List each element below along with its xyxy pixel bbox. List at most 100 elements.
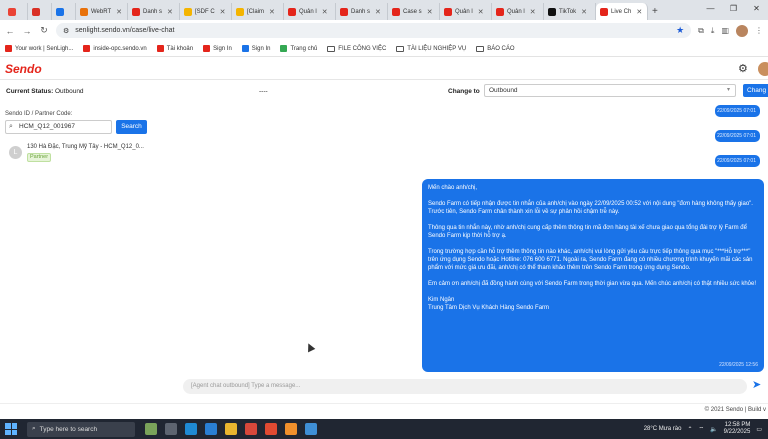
sendo-id-input[interactable]: ⌕ HCM_Q12_001967 (5, 120, 112, 134)
browser-tab[interactable] (52, 3, 76, 20)
bookmark-item[interactable]: BÁO CÁO (476, 45, 515, 52)
window-controls: — ❐ ✕ (699, 0, 768, 20)
bookmark-label: FILE CÔNG VIỆC (338, 45, 387, 52)
search-icon: ⌕ (9, 123, 13, 130)
task-view-icon[interactable] (165, 423, 177, 435)
bookmark-item[interactable]: Sign In (203, 45, 232, 52)
message-input[interactable]: [Agent chat outbound] Type a message... (183, 379, 747, 394)
tray-arrow-icon[interactable]: ⌃ (687, 426, 692, 433)
menu-icon[interactable]: ⋮ (755, 26, 763, 35)
change-button[interactable]: Chang (743, 84, 768, 97)
windows-start-icon[interactable] (5, 423, 17, 435)
close-window-icon[interactable]: ✕ (745, 0, 768, 20)
tab-close-icon[interactable]: ✕ (220, 8, 226, 16)
user-avatar[interactable] (758, 62, 768, 76)
browser-tab[interactable]: Live Ch ✕ (596, 3, 648, 20)
tab-close-icon[interactable]: ✕ (427, 8, 433, 16)
timestamp-bubble: 22/09/2025 07:01 (715, 155, 760, 167)
extensions-icon[interactable]: ⧉ (698, 26, 704, 36)
bookmark-favicon-icon (5, 45, 12, 52)
tab-label: [SDF C (195, 8, 215, 15)
new-tab-icon[interactable]: + (648, 3, 662, 20)
minimize-icon[interactable]: — (699, 0, 722, 20)
change-status-select[interactable]: Outbound ▾ (484, 84, 736, 97)
app-icon[interactable] (305, 423, 317, 435)
bookmark-item[interactable]: FILE CÔNG VIỆC (327, 45, 387, 52)
edge-icon[interactable] (185, 423, 197, 435)
system-tray: 28°C Mưa rào ⌃ ⌔ 🔈 12:58 PM 9/22/2025 ▭ (644, 422, 768, 436)
settings-gear-icon[interactable]: ⚙ (738, 62, 748, 75)
bookmark-item[interactable]: Trang chủ (280, 45, 317, 52)
taskbar-search[interactable]: ⌕ Type here to search (27, 421, 135, 437)
bookmark-item[interactable]: TÀI LIỆU NGHIỆP VỤ (396, 45, 466, 52)
file-explorer-icon[interactable] (225, 423, 237, 435)
weather-text[interactable]: 28°C Mưa rào (644, 426, 682, 432)
tab-close-icon[interactable]: ✕ (322, 8, 328, 16)
tab-label: Danh s (351, 8, 371, 15)
contact-list-item[interactable]: L 130 Hà Đặc, Trung Mỹ Tây - HCM_Q12_0..… (5, 142, 175, 164)
send-icon[interactable]: ➤ (752, 378, 761, 391)
browser-tab[interactable]: Quản l ✕ (440, 3, 492, 20)
tab-close-icon[interactable]: ✕ (375, 8, 381, 16)
browser-tab[interactable] (4, 3, 28, 20)
taskbar-search-placeholder: Type here to search (39, 425, 98, 433)
search-button[interactable]: Search (116, 120, 147, 134)
browser-tab[interactable]: WebRT ✕ (76, 3, 128, 20)
sidepanel-icon[interactable]: ▥ (721, 26, 729, 35)
status-bar: Current Status: Outbound ---- Change to … (0, 81, 768, 101)
bookmark-label: Sign In (251, 45, 271, 52)
tab-favicon-icon (32, 7, 40, 16)
browser-tab[interactable]: Danh s ✕ (128, 3, 180, 20)
bookmark-label: Sign In (213, 45, 232, 52)
tab-close-icon[interactable]: ✕ (530, 8, 536, 16)
browser-tab[interactable]: Quản l ✕ (492, 3, 544, 20)
bookmark-item[interactable]: Tài khoản (156, 45, 193, 52)
notification-icon[interactable]: ▭ (756, 426, 762, 433)
message-sign-team: Trung Tâm Dịch Vụ Khách Hàng Sendo Farm (428, 305, 550, 311)
bookmark-star-icon[interactable]: ★ (676, 25, 684, 36)
bookmark-item[interactable]: inside-opc.sendo.vn (83, 45, 147, 52)
browser-tab[interactable]: Case s ✕ (388, 3, 440, 20)
tab-favicon-icon (600, 7, 608, 16)
tab-close-icon[interactable]: ✕ (167, 8, 173, 16)
page-footer: © 2021 Sendo | Build v (0, 403, 768, 417)
url-field[interactable]: ⚙ senlight.sendo.vn/case/live-chat ★ (56, 23, 692, 38)
back-icon[interactable]: ← (5, 26, 15, 36)
bookmark-favicon-icon (156, 45, 164, 52)
app-icon[interactable] (285, 423, 297, 435)
tab-close-icon[interactable]: ✕ (116, 8, 122, 16)
site-info-icon[interactable]: ⚙ (63, 27, 69, 35)
browser-tab[interactable]: Danh s ✕ (336, 3, 388, 20)
forward-icon[interactable]: → (22, 26, 32, 36)
restore-icon[interactable]: ❐ (722, 0, 745, 20)
folder-icon (476, 45, 485, 52)
current-status-label: Current Status: (6, 88, 54, 95)
tab-close-icon[interactable]: ✕ (636, 8, 642, 16)
chrome-icon[interactable] (265, 423, 277, 435)
browser-tab[interactable] (28, 3, 52, 20)
message-paragraph: Trong trường hợp cần hỗ trợ thêm thông t… (428, 249, 753, 271)
profile-avatar[interactable] (736, 24, 748, 37)
clock-date: 9/22/2025 (723, 429, 751, 435)
taskbar-clock[interactable]: 12:58 PM 9/22/2025 (724, 422, 751, 436)
store-icon[interactable] (205, 423, 217, 435)
download-icon[interactable]: ⤓ (711, 26, 715, 36)
browser-tab[interactable]: [Claim ✕ (232, 3, 284, 20)
bookmark-item[interactable]: Sign In (241, 45, 271, 52)
tab-close-icon[interactable]: ✕ (581, 8, 587, 16)
volume-icon[interactable]: 🔈 (710, 426, 717, 433)
reload-icon[interactable]: ↻ (39, 25, 49, 36)
app-icon[interactable] (245, 423, 257, 435)
tab-favicon-icon (288, 7, 296, 16)
tab-close-icon[interactable]: ✕ (478, 8, 484, 16)
browser-tab-strip: WebRT ✕ Danh s ✕ [SDF C ✕ [Claim ✕ Quản l ✕ Danh s… (0, 0, 768, 20)
widget-icon[interactable] (145, 423, 157, 435)
tab-close-icon[interactable]: ✕ (269, 8, 275, 16)
sendo-logo[interactable]: Sendo (5, 62, 42, 76)
bookmark-item[interactable]: Your work | SenLigh... (5, 45, 73, 52)
browser-tab[interactable]: Quản l ✕ (284, 3, 336, 20)
contact-avatar: L (9, 146, 22, 159)
network-icon[interactable]: ⌔ (699, 425, 705, 433)
browser-tab[interactable]: [SDF C ✕ (180, 3, 232, 20)
browser-tab[interactable]: TikTok ✕ (544, 3, 596, 20)
